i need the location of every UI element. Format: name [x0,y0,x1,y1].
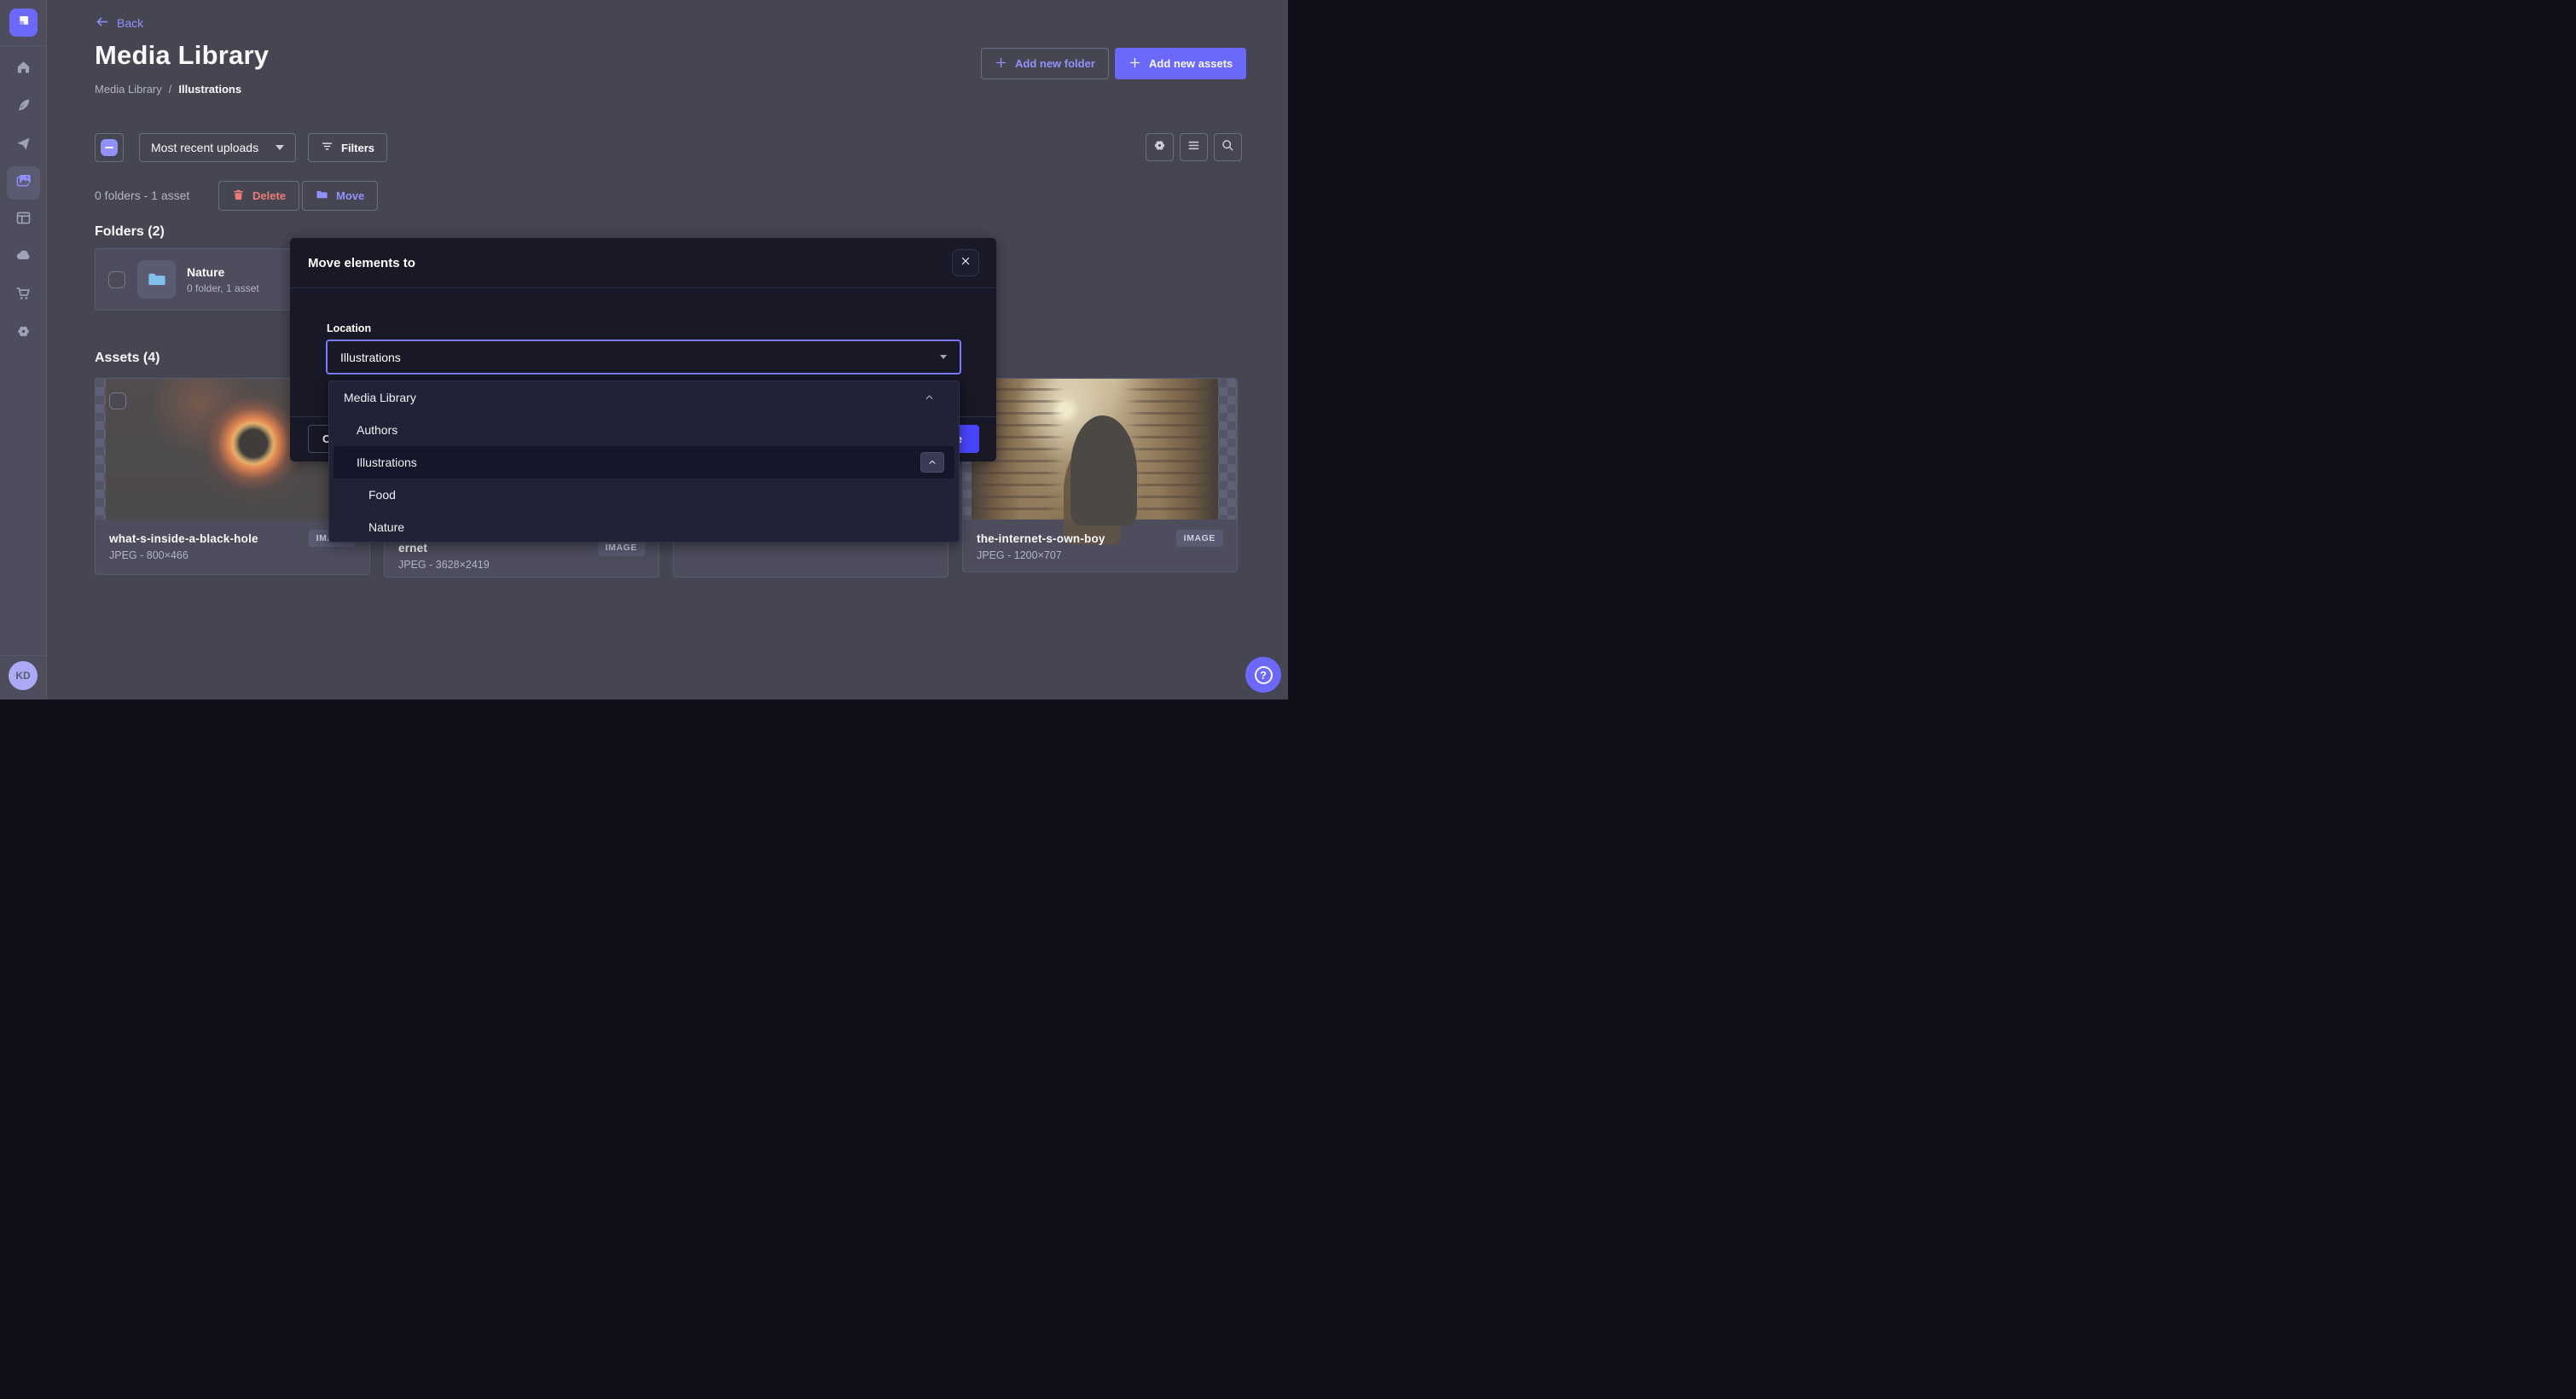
add-new-assets-button[interactable]: Add new assets [1115,48,1246,79]
page-title: Media Library [95,40,269,71]
folder-meta: 0 folder, 1 asset [187,282,259,294]
plus-icon [1128,56,1141,72]
asset-meta: JPEG - 3628×2419 [398,559,645,571]
folder-checkbox[interactable] [108,271,125,288]
close-button[interactable] [952,249,979,276]
back-label: Back [117,16,143,30]
sidebar-item-marketplace[interactable] [7,279,40,312]
home-icon [15,60,32,80]
breadcrumb-root[interactable]: Media Library [95,83,162,96]
asset-card-internet-own-boy[interactable]: the-internet-s-own-boy JPEG - 1200×707 I… [962,378,1238,572]
chevron-up-icon[interactable] [924,392,935,403]
move-button[interactable]: Move [302,181,378,211]
question-mark-icon: ? [1255,666,1273,684]
search-icon [1221,138,1235,157]
tree-item-label: Media Library [344,391,416,404]
add-new-folder-label: Add new folder [1015,57,1095,70]
paper-plane-icon [15,136,32,156]
cog-icon [1152,138,1167,157]
tree-item-illustrations[interactable]: Illustrations [334,446,954,479]
view-options-button[interactable] [1146,133,1174,161]
cart-icon [15,286,32,306]
tree-item-label: Illustrations [357,456,417,469]
move-label: Move [336,189,364,202]
list-view-button[interactable] [1180,133,1208,161]
location-label: Location [327,322,371,334]
tree-item-label: Nature [368,520,404,534]
gear-icon [15,323,32,344]
back-link[interactable]: Back [95,15,143,32]
location-select[interactable]: Illustrations [326,340,961,374]
close-icon [960,255,971,270]
list-icon [1186,138,1201,157]
asset-checkbox[interactable] [109,392,126,409]
sidebar-item-content-manager[interactable] [7,203,40,236]
sidebar-divider [0,45,46,46]
folder-name: Nature [187,265,259,279]
folder-icon [316,189,328,204]
sidebar-divider-bottom [0,655,46,656]
add-new-assets-label: Add new assets [1149,57,1233,70]
selection-summary: 0 folders - 1 asset [95,181,189,211]
back-arrow-icon [95,15,109,32]
asset-type-badge: IMAGE [1176,530,1223,547]
strapi-logo-icon [16,14,31,32]
chevron-down-icon [940,355,947,359]
folders-heading: Folders (2) [95,224,165,240]
modal-title: Move elements to [308,256,415,270]
add-new-folder-button[interactable]: Add new folder [981,48,1109,79]
trash-icon [232,189,245,204]
location-dropdown: Media Library Authors Illustrations Food… [328,380,960,543]
asset-meta: JPEG - 800×466 [109,549,356,561]
tree-item-media-library[interactable]: Media Library [329,381,959,414]
sort-dropdown[interactable]: Most recent uploads [139,133,296,162]
asset-meta: JPEG - 1200×707 [977,549,1223,561]
delete-button[interactable]: Delete [218,181,299,211]
feather-icon [15,97,32,118]
library-photo-image [972,379,1218,520]
tree-item-nature[interactable]: Nature [329,511,959,543]
filter-icon [321,140,334,155]
delete-label: Delete [252,189,286,202]
search-button[interactable] [1214,133,1242,161]
strapi-logo[interactable] [9,9,38,37]
assets-heading: Assets (4) [95,351,160,366]
media-library-app: KD Back Media Library Media Library / Illu… [0,0,1288,700]
layout-icon [15,210,32,230]
sort-value: Most recent uploads [151,141,258,154]
breadcrumb: Media Library / Illustrations [95,83,241,96]
filters-button[interactable]: Filters [308,133,387,162]
select-all-checkbox[interactable] [95,133,124,162]
breadcrumb-separator: / [169,83,172,96]
tree-item-label: Authors [357,423,397,437]
modal-header: Move elements to [290,238,996,288]
sidebar: KD [0,0,47,700]
user-avatar[interactable]: KD [9,661,38,690]
collapse-folder-button[interactable] [920,452,944,473]
tree-item-food[interactable]: Food [329,479,959,511]
plus-icon [995,56,1007,72]
sidebar-item-deploy[interactable] [7,241,40,274]
chevron-down-icon [276,145,284,150]
sidebar-item-media-library[interactable] [7,166,40,200]
tree-item-authors[interactable]: Authors [329,414,959,446]
asset-thumbnail [963,379,1237,520]
tree-item-label: Food [368,488,396,502]
sidebar-item-releases[interactable] [7,129,40,162]
indeterminate-checkbox-icon [101,139,118,156]
breadcrumb-current: Illustrations [178,83,241,96]
sidebar-item-settings[interactable] [7,316,40,350]
filters-label: Filters [341,142,374,154]
sidebar-item-home[interactable] [7,53,40,86]
cloud-icon [15,247,32,268]
sidebar-item-content-type-builder[interactable] [7,90,40,124]
location-value: Illustrations [340,351,401,364]
images-icon [15,172,32,194]
help-button[interactable]: ? [1245,657,1281,693]
folder-icon [137,260,176,299]
